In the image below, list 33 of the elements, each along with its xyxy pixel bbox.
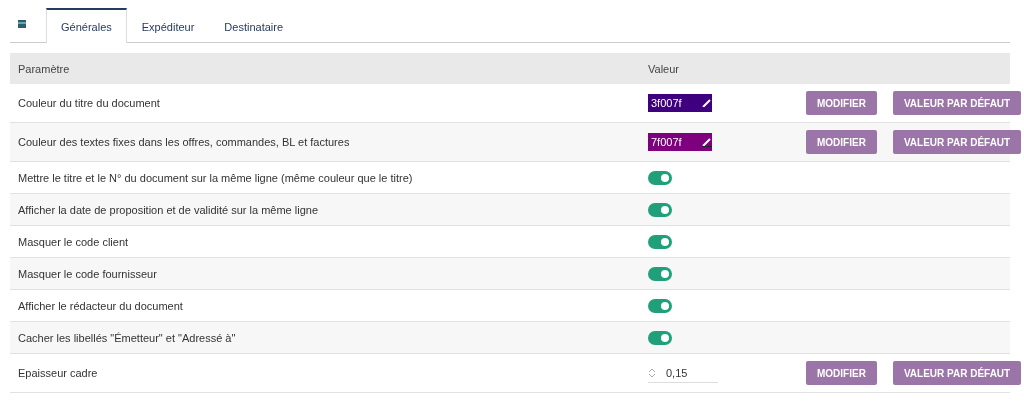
number-field[interactable]: 0,15	[666, 366, 688, 379]
color-field[interactable]: 7f007f	[648, 133, 712, 151]
modify-button[interactable]: MODIFIER	[806, 130, 877, 154]
setting-label: Couleur du titre du document	[18, 97, 161, 109]
setting-label: Couleur des textes fixes dans les offres, commandes, BL et factures	[18, 136, 351, 148]
setting-label: Epaisseur cadre	[18, 367, 99, 379]
tab[interactable]: Générales	[46, 8, 127, 43]
setting-label: Masquer le code fournisseur	[18, 267, 158, 280]
modify-button[interactable]: MODIFIER	[806, 361, 877, 385]
default-value-button[interactable]: VALEUR PAR DÉFAUT	[892, 91, 1022, 115]
color-field[interactable]: 3f007f	[648, 94, 712, 112]
tab[interactable]: Destinataire	[209, 8, 299, 43]
toggle-switch[interactable]	[648, 202, 672, 217]
column-header: Paramètre	[18, 62, 71, 75]
default-value-button[interactable]: VALEUR PAR DÉFAUT	[892, 130, 1022, 154]
pencil-icon	[702, 137, 712, 147]
setting-label: Masquer le code client	[18, 235, 130, 248]
toggle-switch[interactable]	[648, 298, 672, 313]
toggle-switch[interactable]	[648, 330, 672, 345]
setting-label: Afficher le rédacteur du document	[18, 299, 184, 312]
toggle-switch[interactable]	[648, 170, 672, 185]
pencil-icon	[702, 98, 712, 108]
setting-label: Afficher la date de proposition et de validité sur la même ligne	[18, 203, 320, 216]
default-value-button[interactable]: VALEUR PAR DÉFAUT	[892, 361, 1022, 385]
tab[interactable]: Expéditeur	[126, 8, 210, 43]
setting-label: Cacher les libellés "Émetteur" et "Adressé à"	[18, 331, 237, 344]
app-icon	[18, 20, 26, 28]
setting-label: Mettre le titre et le N° du document sur la même ligne (même couleur que le titre)	[18, 171, 414, 184]
toggle-switch[interactable]	[648, 266, 672, 281]
spinner-icon[interactable]	[648, 366, 656, 379]
modify-button[interactable]: MODIFIER	[806, 91, 877, 115]
toggle-switch[interactable]	[648, 234, 672, 249]
column-header: Valeur	[648, 62, 680, 75]
